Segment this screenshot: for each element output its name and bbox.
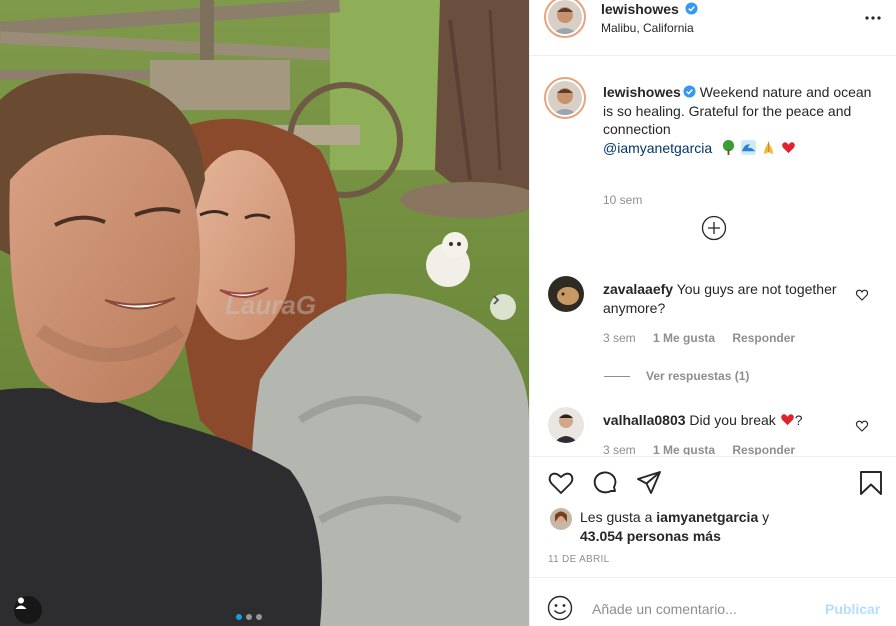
like-comment-heart-icon[interactable] — [855, 419, 869, 433]
likes-count-link[interactable]: 43.054 personas más — [580, 527, 721, 546]
carousel-dot — [256, 614, 262, 620]
avatar-image — [550, 508, 572, 530]
commenter-avatar[interactable] — [548, 407, 584, 443]
wave-emoji-icon — [741, 139, 757, 155]
comments-scroll-area[interactable]: lewishowes Weekend nature and ocean is s… — [530, 57, 896, 455]
load-more-comments-icon[interactable] — [701, 215, 727, 241]
caption-text: lewishowes Weekend nature and ocean is s… — [603, 83, 873, 157]
deciduous-tree-emoji-icon — [722, 139, 735, 155]
comment-like-count[interactable]: 1 Me gusta — [653, 331, 715, 345]
caption-mention-link[interactable]: @iamyanetgarcia — [603, 140, 712, 156]
comment-body-end: ? — [794, 412, 803, 428]
caption-time[interactable]: 10 sem — [603, 193, 642, 207]
author-avatar[interactable] — [544, 0, 586, 38]
share-send-icon[interactable] — [635, 469, 663, 497]
avatar-image — [548, 276, 584, 312]
post-date[interactable]: 11 DE ABRIL — [548, 554, 609, 565]
commenter-username[interactable]: zavalaaefy — [603, 281, 673, 297]
more-options-icon[interactable] — [863, 8, 883, 28]
user-icon — [15, 597, 27, 609]
view-replies-button[interactable]: Ver respuestas (1) — [604, 369, 749, 383]
post-photo: LauraG — [0, 0, 529, 626]
avatar-image — [548, 407, 584, 443]
watermark: LauraG — [225, 290, 317, 320]
liker-username[interactable]: iamyanetgarcia — [656, 509, 758, 525]
comment-bubble-icon[interactable] — [591, 469, 619, 497]
post-side-panel: lewishowes Malibu, California lewishowes — [529, 0, 896, 626]
comment-text: valhalla0803 Did you break ? — [603, 411, 843, 430]
like-comment-heart-icon[interactable] — [855, 288, 869, 302]
carousel-dot — [246, 614, 252, 620]
avatar-image — [548, 0, 582, 34]
author-username-text[interactable]: lewishowes — [601, 1, 679, 17]
replies-divider-line — [604, 376, 630, 378]
folded-hands-emoji-icon — [763, 141, 774, 154]
tagged-users-button[interactable] — [14, 596, 42, 624]
likes-line-1: Les gusta a iamyanetgarcia y — [580, 508, 769, 527]
comment-body: Did you break — [689, 412, 776, 428]
comment-time[interactable]: 3 sem — [603, 443, 636, 455]
author-username[interactable]: lewishowes — [601, 1, 698, 17]
comment-time[interactable]: 3 sem — [603, 331, 636, 345]
comment-input[interactable] — [592, 598, 802, 620]
carousel-next-button[interactable] — [490, 294, 516, 320]
comment-meta: 3 sem 1 Me gusta Responder — [603, 443, 809, 455]
comment-like-count[interactable]: 1 Me gusta — [653, 443, 715, 455]
view-replies-label[interactable]: Ver respuestas (1) — [646, 369, 749, 383]
commenter-avatar[interactable] — [548, 276, 584, 312]
comment-meta: 3 sem 1 Me gusta Responder — [603, 331, 809, 345]
verified-badge-icon — [683, 85, 696, 98]
reply-button[interactable]: Responder — [732, 331, 795, 345]
reply-button[interactable]: Responder — [732, 443, 795, 455]
likes-connector: y — [762, 509, 770, 525]
verified-badge-icon — [685, 2, 698, 15]
carousel-indicator — [236, 614, 262, 620]
save-bookmark-icon[interactable] — [857, 469, 885, 497]
post-actions: Les gusta a iamyanetgarcia y 43.054 pers… — [530, 456, 896, 576]
commenter-username[interactable]: valhalla0803 — [603, 412, 686, 428]
comment-text: zavalaaefy You guys are not together any… — [603, 280, 843, 317]
likes-prefix: Les gusta a — [580, 509, 653, 525]
red-heart-emoji-icon — [780, 414, 794, 426]
carousel-dot-active — [236, 614, 242, 620]
caption-username[interactable]: lewishowes — [603, 84, 681, 100]
publish-comment-button[interactable]: Publicar — [825, 601, 880, 617]
chevron-right-icon — [493, 295, 500, 305]
add-comment-bar: Publicar — [530, 577, 896, 626]
avatar-image — [548, 81, 582, 115]
red-heart-emoji-icon — [782, 141, 795, 153]
post-header: lewishowes Malibu, California — [530, 0, 896, 56]
like-heart-icon[interactable] — [547, 469, 575, 497]
emoji-picker-icon[interactable] — [547, 595, 573, 621]
post-location[interactable]: Malibu, California — [601, 21, 694, 35]
caption-author-avatar[interactable] — [544, 77, 586, 119]
liker-avatar[interactable] — [550, 508, 572, 530]
